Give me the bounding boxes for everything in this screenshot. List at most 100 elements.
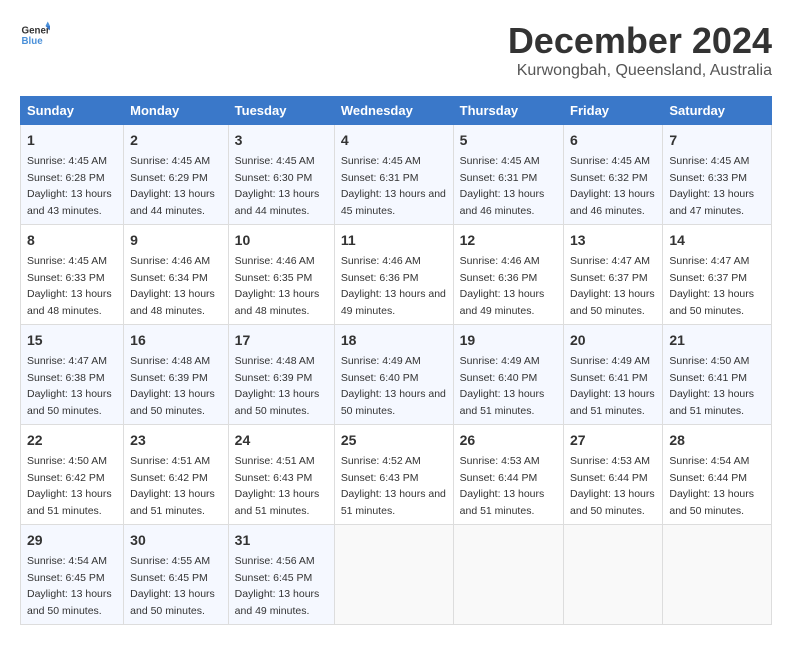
day-info: Sunrise: 4:51 AMSunset: 6:43 PMDaylight:… xyxy=(235,455,320,517)
calendar-table: SundayMondayTuesdayWednesdayThursdayFrid… xyxy=(20,96,772,625)
day-number: 12 xyxy=(460,230,557,251)
header-day-friday: Friday xyxy=(564,97,663,125)
day-info: Sunrise: 4:53 AMSunset: 6:44 PMDaylight:… xyxy=(460,455,545,517)
day-cell: 26 Sunrise: 4:53 AMSunset: 6:44 PMDayligh… xyxy=(453,425,563,525)
day-number: 6 xyxy=(570,130,656,151)
day-info: Sunrise: 4:45 AMSunset: 6:29 PMDaylight:… xyxy=(130,155,215,217)
day-number: 7 xyxy=(669,130,765,151)
day-number: 15 xyxy=(27,330,117,351)
day-cell: 21 Sunrise: 4:50 AMSunset: 6:41 PMDayligh… xyxy=(663,325,772,425)
day-cell: 8 Sunrise: 4:45 AMSunset: 6:33 PMDaylight… xyxy=(21,225,124,325)
day-info: Sunrise: 4:49 AMSunset: 6:40 PMDaylight:… xyxy=(341,355,446,417)
day-number: 20 xyxy=(570,330,656,351)
day-cell: 10 Sunrise: 4:46 AMSunset: 6:35 PMDayligh… xyxy=(228,225,334,325)
day-number: 9 xyxy=(130,230,222,251)
day-info: Sunrise: 4:45 AMSunset: 6:33 PMDaylight:… xyxy=(27,255,112,317)
day-info: Sunrise: 4:48 AMSunset: 6:39 PMDaylight:… xyxy=(235,355,320,417)
svg-text:Blue: Blue xyxy=(22,36,44,47)
day-info: Sunrise: 4:46 AMSunset: 6:35 PMDaylight:… xyxy=(235,255,320,317)
week-row-2: 8 Sunrise: 4:45 AMSunset: 6:33 PMDaylight… xyxy=(21,225,772,325)
day-cell: 6 Sunrise: 4:45 AMSunset: 6:32 PMDaylight… xyxy=(564,125,663,225)
main-title: December 2024 xyxy=(508,20,772,62)
day-info: Sunrise: 4:47 AMSunset: 6:37 PMDaylight:… xyxy=(669,255,754,317)
day-number: 8 xyxy=(27,230,117,251)
day-number: 26 xyxy=(460,430,557,451)
day-info: Sunrise: 4:49 AMSunset: 6:41 PMDaylight:… xyxy=(570,355,655,417)
day-number: 4 xyxy=(341,130,447,151)
week-row-1: 1Sunrise: 4:45 AMSunset: 6:28 PMDaylight… xyxy=(21,125,772,225)
day-cell: 2Sunrise: 4:45 AMSunset: 6:29 PMDaylight… xyxy=(124,125,229,225)
header-day-wednesday: Wednesday xyxy=(334,97,453,125)
day-cell: 25 Sunrise: 4:52 AMSunset: 6:43 PMDayligh… xyxy=(334,425,453,525)
day-info: Sunrise: 4:50 AMSunset: 6:42 PMDaylight:… xyxy=(27,455,112,517)
day-cell: 3Sunrise: 4:45 AMSunset: 6:30 PMDaylight… xyxy=(228,125,334,225)
day-cell: 20 Sunrise: 4:49 AMSunset: 6:41 PMDayligh… xyxy=(564,325,663,425)
day-number: 18 xyxy=(341,330,447,351)
day-number: 25 xyxy=(341,430,447,451)
header: General Blue December 2024 Kurwongbah, Q… xyxy=(20,20,772,80)
day-cell: 31 Sunrise: 4:56 AMSunset: 6:45 PMDayligh… xyxy=(228,525,334,625)
day-number: 11 xyxy=(341,230,447,251)
day-info: Sunrise: 4:54 AMSunset: 6:45 PMDaylight:… xyxy=(27,555,112,617)
day-info: Sunrise: 4:51 AMSunset: 6:42 PMDaylight:… xyxy=(130,455,215,517)
day-info: Sunrise: 4:46 AMSunset: 6:36 PMDaylight:… xyxy=(460,255,545,317)
header-row: SundayMondayTuesdayWednesdayThursdayFrid… xyxy=(21,97,772,125)
day-info: Sunrise: 4:52 AMSunset: 6:43 PMDaylight:… xyxy=(341,455,446,517)
day-number: 1 xyxy=(27,130,117,151)
day-number: 21 xyxy=(669,330,765,351)
subtitle: Kurwongbah, Queensland, Australia xyxy=(508,62,772,80)
day-cell xyxy=(334,525,453,625)
day-cell: 29 Sunrise: 4:54 AMSunset: 6:45 PMDayligh… xyxy=(21,525,124,625)
day-cell: 5 Sunrise: 4:45 AMSunset: 6:31 PMDaylight… xyxy=(453,125,563,225)
day-cell xyxy=(564,525,663,625)
day-info: Sunrise: 4:47 AMSunset: 6:37 PMDaylight:… xyxy=(570,255,655,317)
day-info: Sunrise: 4:45 AMSunset: 6:33 PMDaylight:… xyxy=(669,155,754,217)
logo: General Blue xyxy=(20,20,50,50)
day-number: 23 xyxy=(130,430,222,451)
day-number: 16 xyxy=(130,330,222,351)
day-cell: 18 Sunrise: 4:49 AMSunset: 6:40 PMDayligh… xyxy=(334,325,453,425)
day-info: Sunrise: 4:46 AMSunset: 6:34 PMDaylight:… xyxy=(130,255,215,317)
title-section: December 2024 Kurwongbah, Queensland, Au… xyxy=(508,20,772,80)
day-cell: 4 Sunrise: 4:45 AMSunset: 6:31 PMDaylight… xyxy=(334,125,453,225)
day-number: 28 xyxy=(669,430,765,451)
header-day-saturday: Saturday xyxy=(663,97,772,125)
day-cell: 28Sunrise: 4:54 AMSunset: 6:44 PMDayligh… xyxy=(663,425,772,525)
header-day-tuesday: Tuesday xyxy=(228,97,334,125)
week-row-4: 22 Sunrise: 4:50 AMSunset: 6:42 PMDayligh… xyxy=(21,425,772,525)
day-cell: 23 Sunrise: 4:51 AMSunset: 6:42 PMDayligh… xyxy=(124,425,229,525)
day-info: Sunrise: 4:50 AMSunset: 6:41 PMDaylight:… xyxy=(669,355,754,417)
day-info: Sunrise: 4:47 AMSunset: 6:38 PMDaylight:… xyxy=(27,355,112,417)
day-cell xyxy=(663,525,772,625)
day-number: 29 xyxy=(27,530,117,551)
logo-icon: General Blue xyxy=(20,20,50,50)
day-cell: 16 Sunrise: 4:48 AMSunset: 6:39 PMDayligh… xyxy=(124,325,229,425)
week-row-5: 29 Sunrise: 4:54 AMSunset: 6:45 PMDayligh… xyxy=(21,525,772,625)
day-info: Sunrise: 4:56 AMSunset: 6:45 PMDaylight:… xyxy=(235,555,320,617)
day-info: Sunrise: 4:53 AMSunset: 6:44 PMDaylight:… xyxy=(570,455,655,517)
header-day-sunday: Sunday xyxy=(21,97,124,125)
day-number: 27 xyxy=(570,430,656,451)
day-cell: 22 Sunrise: 4:50 AMSunset: 6:42 PMDayligh… xyxy=(21,425,124,525)
day-cell: 14 Sunrise: 4:47 AMSunset: 6:37 PMDayligh… xyxy=(663,225,772,325)
day-number: 24 xyxy=(235,430,328,451)
header-day-monday: Monday xyxy=(124,97,229,125)
day-cell: 9 Sunrise: 4:46 AMSunset: 6:34 PMDaylight… xyxy=(124,225,229,325)
day-number: 3 xyxy=(235,130,328,151)
day-number: 22 xyxy=(27,430,117,451)
day-info: Sunrise: 4:48 AMSunset: 6:39 PMDaylight:… xyxy=(130,355,215,417)
day-cell: 7 Sunrise: 4:45 AMSunset: 6:33 PMDaylight… xyxy=(663,125,772,225)
day-info: Sunrise: 4:45 AMSunset: 6:31 PMDaylight:… xyxy=(341,155,446,217)
day-number: 17 xyxy=(235,330,328,351)
day-cell: 12 Sunrise: 4:46 AMSunset: 6:36 PMDayligh… xyxy=(453,225,563,325)
day-info: Sunrise: 4:45 AMSunset: 6:32 PMDaylight:… xyxy=(570,155,655,217)
day-cell: 30Sunrise: 4:55 AMSunset: 6:45 PMDayligh… xyxy=(124,525,229,625)
day-number: 14 xyxy=(669,230,765,251)
day-number: 31 xyxy=(235,530,328,551)
day-info: Sunrise: 4:46 AMSunset: 6:36 PMDaylight:… xyxy=(341,255,446,317)
day-number: 10 xyxy=(235,230,328,251)
day-number: 5 xyxy=(460,130,557,151)
day-number: 19 xyxy=(460,330,557,351)
day-info: Sunrise: 4:49 AMSunset: 6:40 PMDaylight:… xyxy=(460,355,545,417)
day-info: Sunrise: 4:45 AMSunset: 6:31 PMDaylight:… xyxy=(460,155,545,217)
